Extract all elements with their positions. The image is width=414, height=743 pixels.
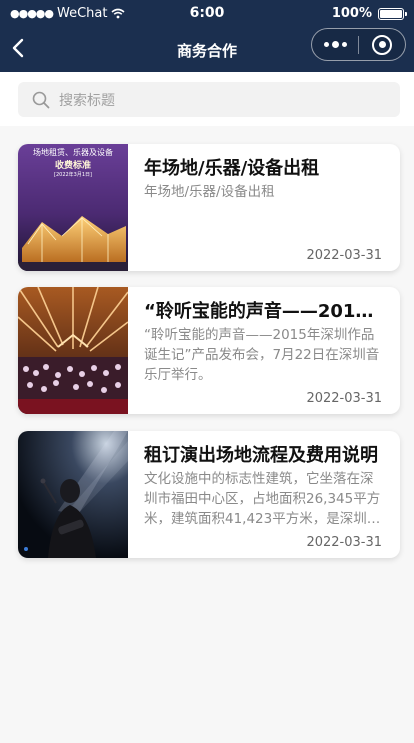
thumbnail-heading: 收费标准 <box>54 161 91 171</box>
article-thumbnail <box>18 287 128 414</box>
article-thumbnail: 场地租赁、乐器及设备 收费标准 [2022年3月1日] <box>18 144 128 271</box>
article-title: 租订演出场地流程及费用说明 <box>144 445 378 466</box>
miniprogram-capsule <box>311 28 406 61</box>
article-summary: 年场地/乐器/设备出租 <box>144 184 275 200</box>
article-title: 年场地/乐器/设备出租 <box>144 158 320 179</box>
search-bar-container: 搜索标题 <box>0 72 414 126</box>
list-item[interactable]: 租订演出场地流程及费用说明 文化设施中的标志性建筑，它坐落在深圳市福田中心区，占… <box>18 431 400 558</box>
article-date: 2022-03-31 <box>306 248 382 263</box>
search-input[interactable]: 搜索标题 <box>18 82 400 117</box>
battery-percent: 100% <box>331 6 372 21</box>
navigation-bar: 商务合作 <box>0 28 414 72</box>
target-icon <box>372 34 392 55</box>
thumbnail-caption: 场地租赁、乐器及设备 <box>33 148 113 157</box>
close-miniprogram-button[interactable] <box>359 29 405 60</box>
article-summary: “聆听宝能的声音——2015年深圳作品诞生记”产品发布会，7月22日在深圳音乐厅… <box>144 327 380 383</box>
article-thumbnail <box>18 431 128 558</box>
list-item[interactable]: “聆听宝能的声音——2015年深圳作品诞生记”产品发布会 “聆听宝能的声音——2… <box>18 287 400 414</box>
search-icon <box>32 91 50 108</box>
article-date: 2022-03-31 <box>306 535 382 550</box>
status-bar: ●●●●● WeChat 6:00 100% <box>0 0 414 28</box>
battery-icon <box>378 7 407 20</box>
top-header: ●●●●● WeChat 6:00 100% 商务合作 <box>0 0 414 72</box>
thumbnail-date: [2022年3月1日] <box>54 172 92 178</box>
article-title: “聆听宝能的声音——2015年深圳作品诞生记”产品发布会 <box>144 301 384 322</box>
article-date: 2022-03-31 <box>306 391 382 406</box>
list-item[interactable]: 场地租赁、乐器及设备 收费标准 [2022年3月1日] 年场地/乐器/设备出租 … <box>18 144 400 271</box>
search-placeholder: 搜索标题 <box>59 92 115 109</box>
more-menu-button[interactable] <box>312 29 358 60</box>
article-summary: 文化设施中的标志性建筑，它坐落在深圳市福田中心区，占地面积26,345平方米，建… <box>144 471 381 527</box>
